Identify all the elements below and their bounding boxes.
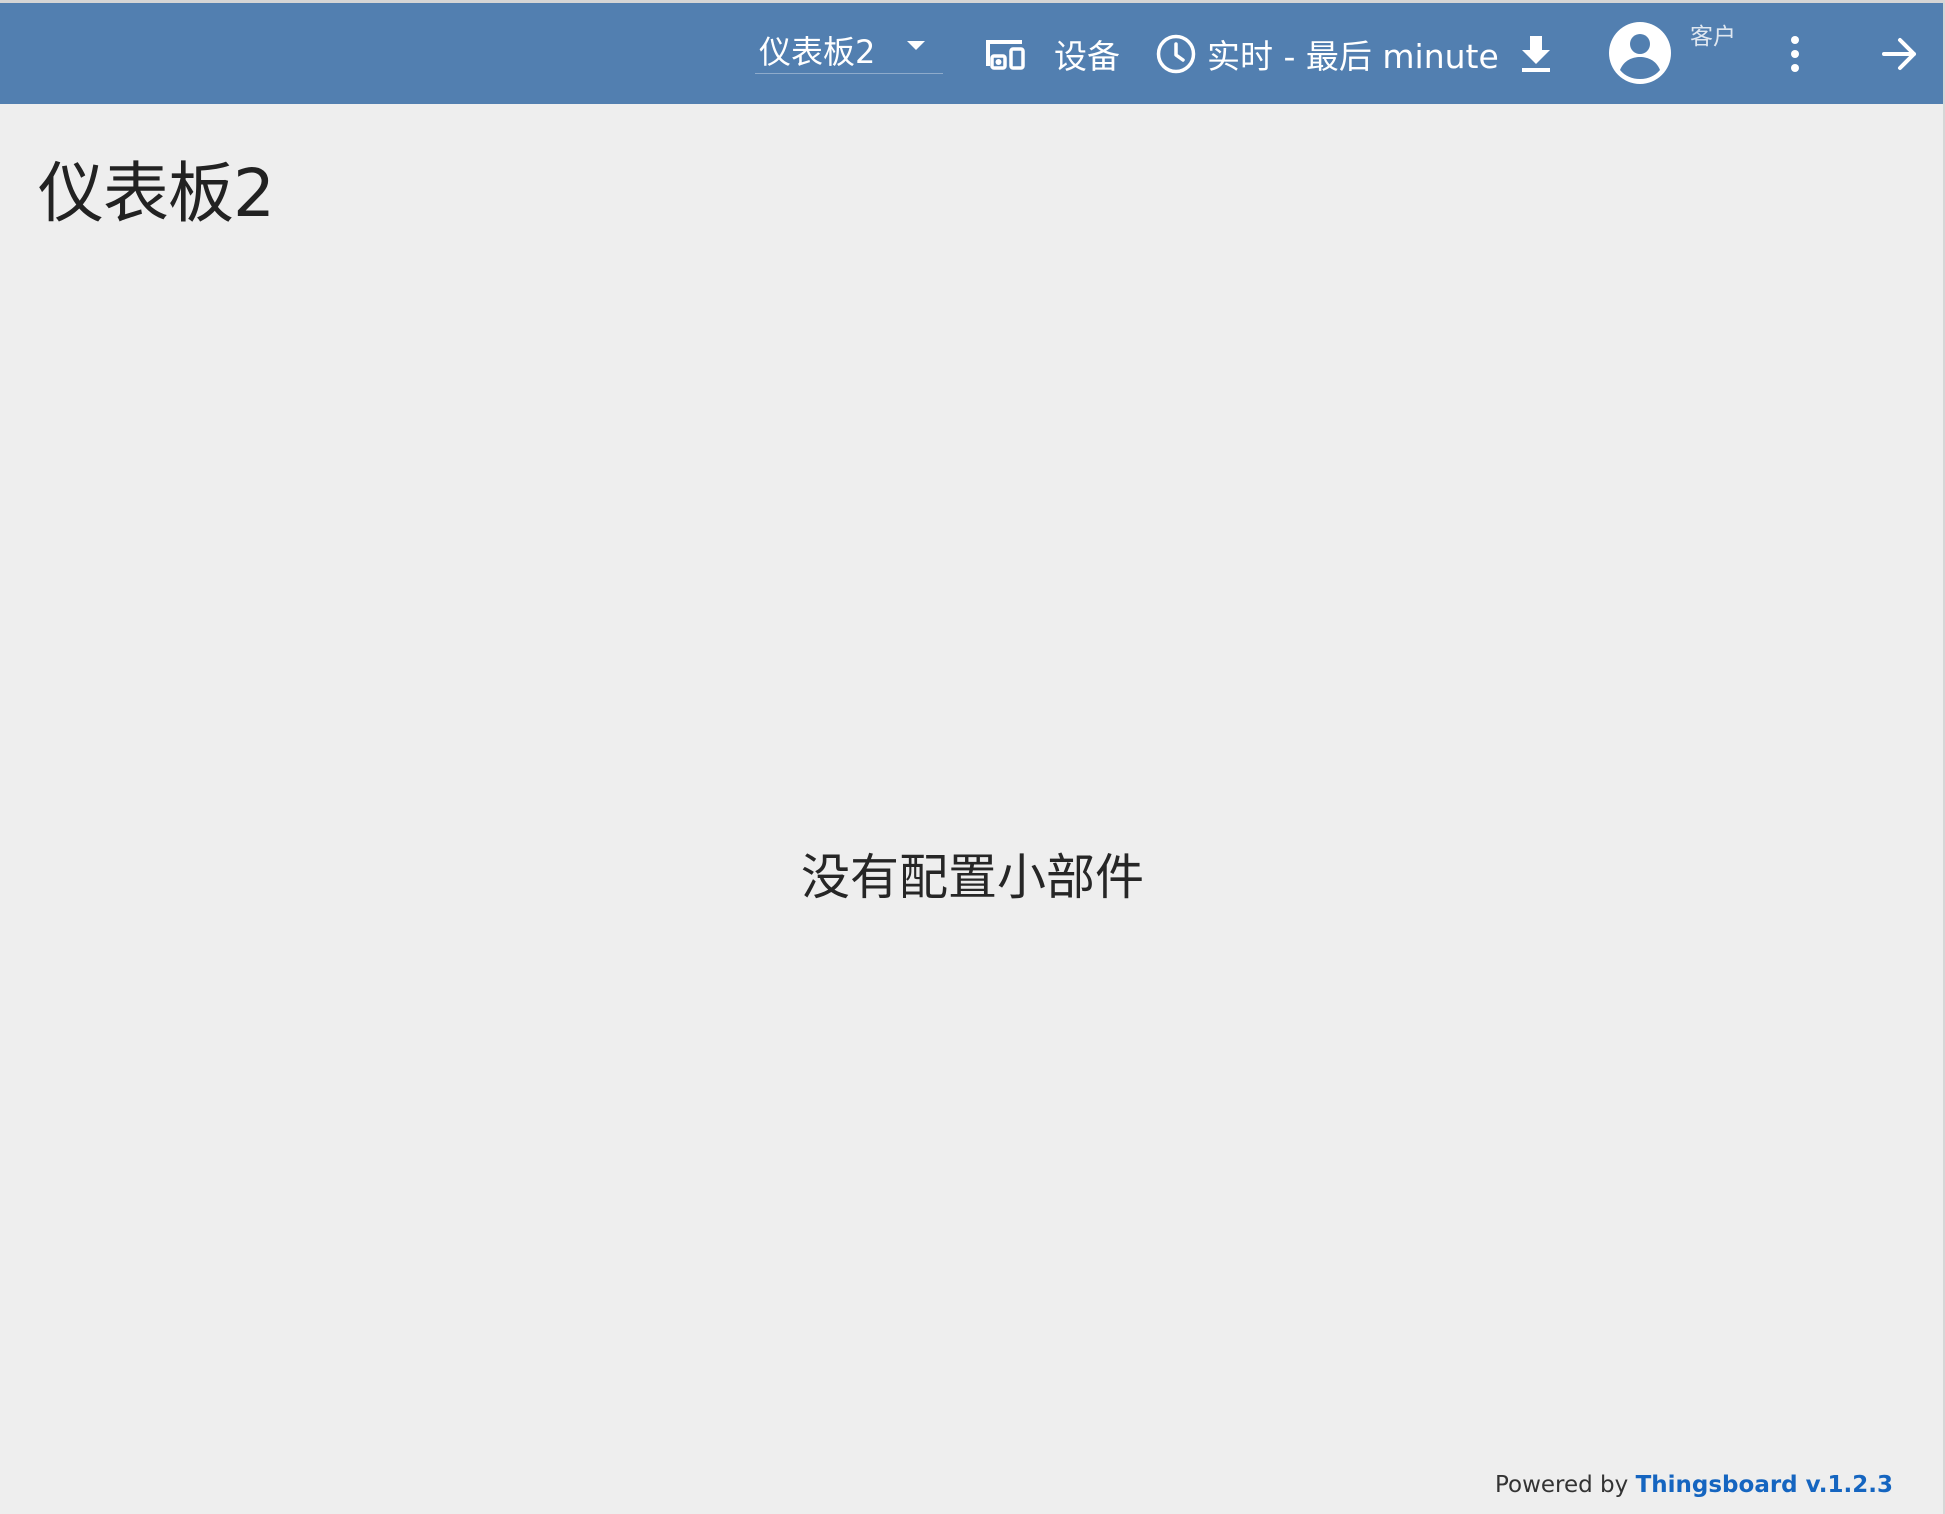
download-icon: [1519, 34, 1553, 74]
more-vert-icon: [1789, 35, 1801, 73]
timewindow-label: 实时 - 最后 minute: [1207, 37, 1499, 76]
exit-button[interactable]: [1878, 27, 1922, 81]
page-title: 仪表板2: [38, 155, 275, 232]
arrow-forward-icon: [1881, 36, 1919, 72]
export-button[interactable]: [1516, 27, 1556, 81]
clock-icon: [1155, 33, 1197, 75]
devices-label: 设备: [1054, 37, 1120, 76]
devices-icon: [980, 36, 1028, 72]
footer-prefix: Powered by: [1494, 1472, 1629, 1498]
devices-button[interactable]: 设备: [980, 27, 1120, 81]
footer: Powered by Thingsboard v.1.2.3: [1495, 1472, 1893, 1498]
more-menu-button[interactable]: [1780, 27, 1810, 81]
user-menu-button[interactable]: [1608, 21, 1672, 85]
timewindow-button[interactable]: 实时 - 最后 minute: [1155, 27, 1499, 81]
caret-down-icon: [907, 41, 925, 50]
account-circle-icon: [1608, 21, 1672, 85]
dashboard-select[interactable]: 仪表板2: [755, 21, 943, 74]
dashboard-toolbar: 仪表板2 设备 实时 - 最后 minute 客户: [0, 3, 1945, 104]
thingsboard-link[interactable]: Thingsboard v.1.2.3: [1636, 1472, 1893, 1498]
user-role-label: 客户: [1690, 24, 1736, 50]
empty-widgets-message: 没有配置小部件: [800, 849, 1144, 906]
dashboard-select-value: 仪表板2: [759, 33, 876, 71]
